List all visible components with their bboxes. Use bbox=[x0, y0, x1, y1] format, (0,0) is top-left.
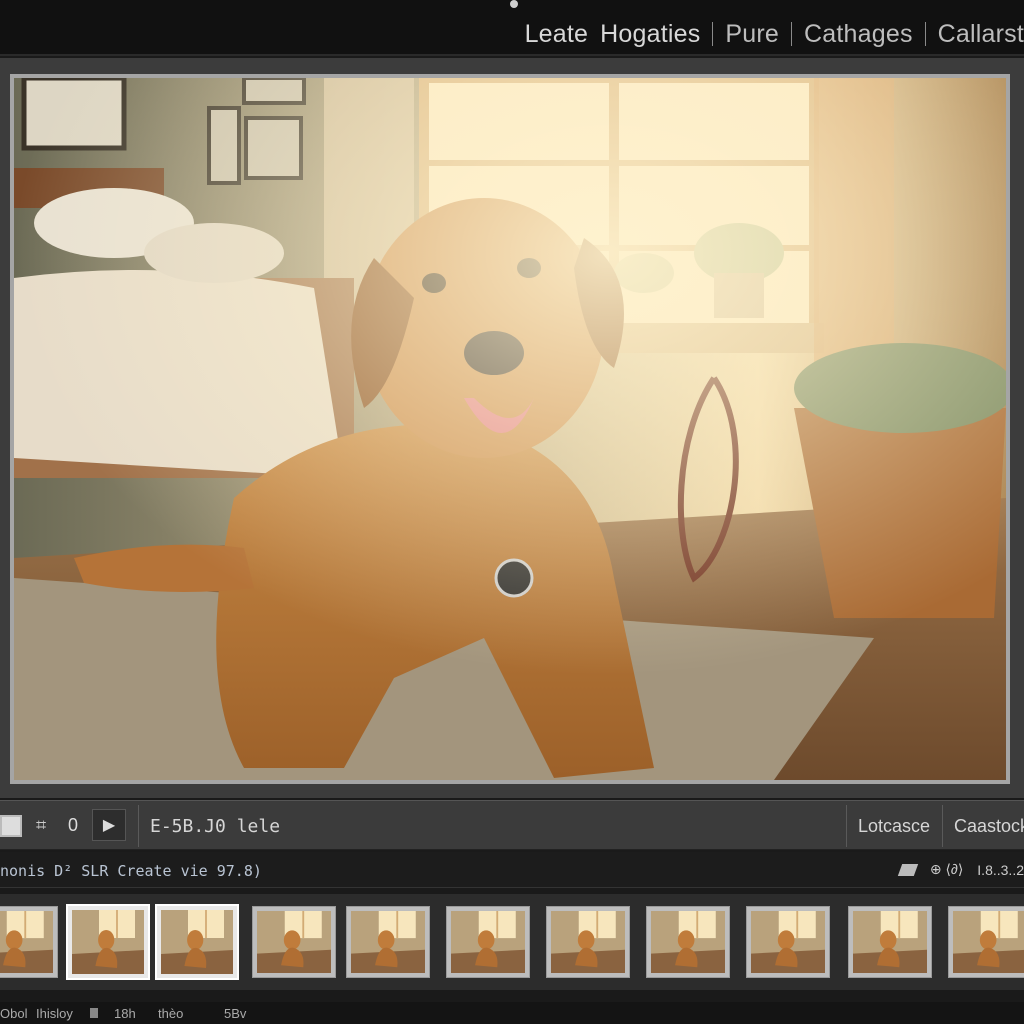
module-picker-bar: Leate Hogaties Pure Cathages Callarst bbox=[0, 0, 1024, 56]
view-mode-button[interactable] bbox=[0, 815, 22, 837]
photo-count: I.8..3..2 bbox=[977, 861, 1024, 878]
toolbar-option-1[interactable]: Lotcasce bbox=[858, 816, 930, 837]
indicator-dot bbox=[510, 0, 518, 8]
module-picker: Leate Hogaties Pure Cathages Callarst bbox=[513, 16, 1024, 52]
play-button[interactable]: ▶ bbox=[92, 809, 126, 841]
filmstrip-thumbnail[interactable] bbox=[948, 906, 1024, 978]
counter-value: 0 bbox=[68, 815, 79, 835]
filmstrip bbox=[0, 894, 1024, 990]
filmstrip-thumbnail[interactable] bbox=[252, 906, 336, 978]
filmstrip-thumbnail[interactable] bbox=[848, 906, 932, 978]
main-photo[interactable] bbox=[14, 73, 1014, 780]
toolbar-option-2[interactable]: Caastock bbox=[954, 816, 1024, 837]
loupe-viewer bbox=[0, 58, 1024, 798]
filmstrip-controls: ⊕ ⟨∂⟩ I.8..3..2 bbox=[897, 861, 1024, 878]
crop-icon[interactable]: ⌗ bbox=[36, 815, 46, 836]
filmstrip-thumbnail[interactable] bbox=[66, 904, 150, 980]
filmstrip-source-label[interactable]: nonis D² SLR Create vie 97.8) bbox=[0, 862, 262, 880]
viewer-toolbar: ⌗ 0 ▶ E-5B.J0 lele Lotcasce Caastock bbox=[0, 800, 1024, 850]
filmstrip-thumbnail[interactable] bbox=[646, 906, 730, 978]
module-tab-5[interactable]: Callarst bbox=[926, 20, 1024, 49]
module-tab-1[interactable]: Leate bbox=[513, 20, 601, 49]
status-item: Obol bbox=[0, 1006, 28, 1021]
status-item: thèo bbox=[158, 1006, 184, 1021]
status-item: Ihisloy bbox=[36, 1006, 73, 1021]
module-tab-4[interactable]: Cathages bbox=[792, 20, 925, 49]
status-item: 5Bv bbox=[224, 1006, 247, 1021]
module-tab-2[interactable]: Hogaties bbox=[600, 20, 712, 49]
toolbar-divider bbox=[942, 805, 943, 847]
status-square-icon bbox=[90, 1008, 98, 1018]
filmstrip-info-bar: nonis D² SLR Create vie 97.8) ⊕ ⟨∂⟩ I.8.… bbox=[0, 852, 1024, 888]
photo-frame bbox=[10, 73, 1014, 784]
toolbar-info-label: E-5B.J0 lele bbox=[150, 816, 281, 837]
module-tab-3[interactable]: Pure bbox=[713, 20, 791, 49]
filmstrip-thumbnail[interactable] bbox=[155, 904, 239, 980]
filter-icons[interactable]: ⊕ ⟨∂⟩ bbox=[930, 861, 963, 878]
status-item: 18h bbox=[114, 1006, 136, 1021]
filmstrip-thumbnail[interactable] bbox=[746, 906, 830, 978]
toolbar-divider bbox=[138, 805, 139, 847]
filmstrip-thumbnail[interactable] bbox=[546, 906, 630, 978]
toolbar-divider bbox=[846, 805, 847, 847]
filmstrip-thumbnail[interactable] bbox=[446, 906, 530, 978]
filmstrip-thumbnail[interactable] bbox=[0, 906, 58, 978]
flag-icon[interactable] bbox=[897, 863, 919, 876]
status-bar: Obol Ihisloy 18h thèo 5Bv bbox=[0, 1002, 1024, 1024]
filmstrip-thumbnail[interactable] bbox=[346, 906, 430, 978]
